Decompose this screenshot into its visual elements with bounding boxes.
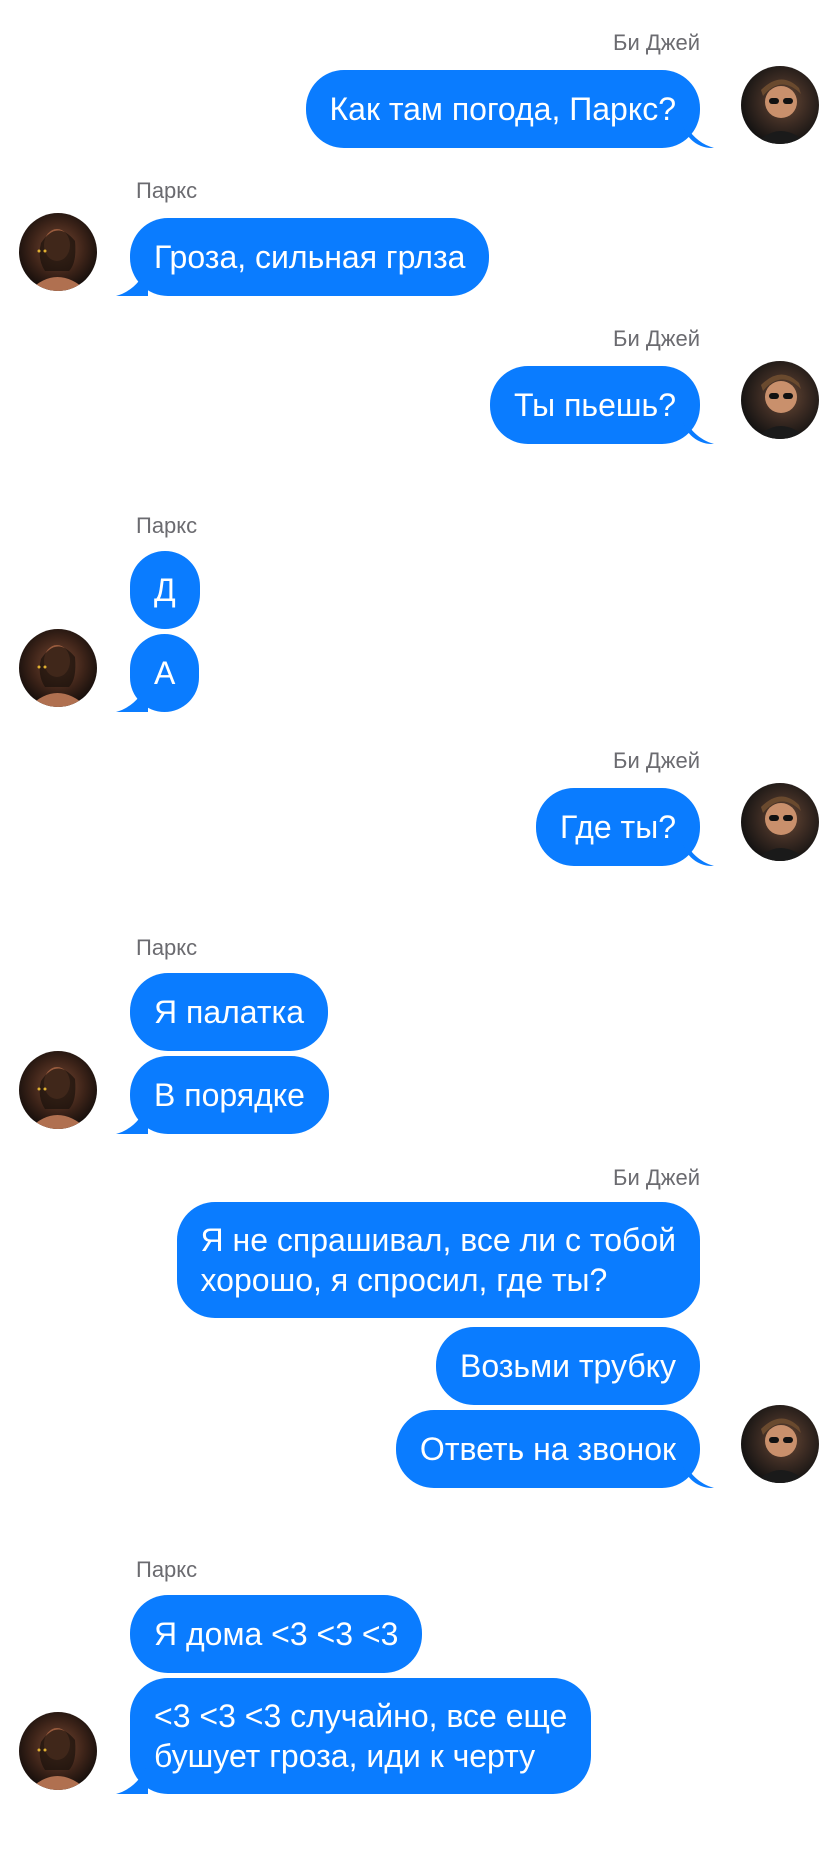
avatar-bj-icon[interactable] (741, 66, 819, 144)
avatar-parks-icon[interactable] (19, 213, 97, 291)
message-text: В порядке (154, 1077, 305, 1113)
message-text: Я палатка (154, 994, 305, 1030)
avatar-bj-icon[interactable] (741, 1405, 819, 1483)
sender-name-bj: Би Джей (613, 748, 700, 773)
message-bubble[interactable]: Я палатка (130, 973, 329, 1051)
message-text: Где ты? (560, 809, 676, 845)
avatar-parks-icon[interactable] (19, 1712, 97, 1790)
message-bubble[interactable]: Д (130, 551, 200, 629)
sender-name-parks: Паркс (136, 1557, 198, 1582)
avatar-parks-icon[interactable] (19, 1051, 97, 1129)
message-bubble[interactable]: <3 <3 <3 случайно, все еще бушует гроза,… (130, 1678, 592, 1794)
message-bubble[interactable]: Где ты? (536, 788, 700, 866)
message-text-line: Я не спрашивал, все ли с тобой (200, 1222, 676, 1258)
message-text: А (154, 655, 176, 691)
message-bubble[interactable]: Как там погода, Паркс? (305, 70, 700, 148)
sender-name-bj: Би Джей (613, 30, 700, 55)
message-bubble[interactable]: Ты пьешь? (490, 366, 700, 444)
message-text: <3 <3 <3 случайно, все еще бушует гроза,… (154, 1696, 567, 1776)
message-bubble[interactable]: Я дома <3 <3 <3 (130, 1595, 423, 1673)
message-text: Я не спрашивал, все ли с тобой хорошо, я… (201, 1220, 676, 1300)
message-bubble[interactable]: Ответь на звонок (395, 1410, 700, 1488)
sender-name-bj: Би Джей (613, 326, 700, 351)
message-text: Д (154, 572, 176, 608)
message-text: Возьми трубку (459, 1348, 676, 1384)
sender-name-parks: Паркс (136, 513, 198, 538)
message-text: Гроза, сильная грлза (154, 239, 466, 275)
sender-name-bj: Би Джей (613, 1165, 700, 1190)
message-text-line: хорошо, я спросил, где ты? (200, 1262, 608, 1298)
message-bubble[interactable]: Гроза, сильная грлза (130, 218, 490, 296)
sender-name-parks: Паркс (136, 935, 198, 960)
message-bubble[interactable]: Я не спрашивал, все ли с тобой хорошо, я… (176, 1202, 700, 1318)
message-bubble[interactable]: А (130, 634, 200, 712)
message-text: Ты пьешь? (514, 387, 676, 423)
message-bubble[interactable]: Возьми трубку (435, 1327, 700, 1405)
message-bubble[interactable]: В порядке (130, 1056, 329, 1134)
message-text: Как там погода, Паркс? (329, 91, 677, 127)
avatar-bj-icon[interactable] (741, 783, 819, 861)
sender-name-parks: Паркс (136, 178, 198, 203)
avatar-bj-icon[interactable] (741, 361, 819, 439)
message-text: Ответь на звонок (419, 1431, 676, 1467)
message-text: Я дома <3 <3 <3 (154, 1616, 399, 1652)
message-text-line: бушует гроза, иди к черту (154, 1738, 536, 1774)
message-text-line: <3 <3 <3 случайно, все еще (154, 1698, 568, 1734)
avatar-parks-icon[interactable] (19, 629, 97, 707)
